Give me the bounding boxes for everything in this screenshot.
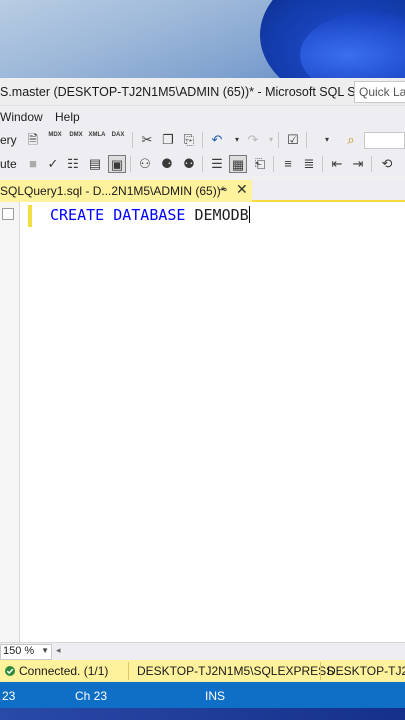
insert-mode: INS bbox=[205, 689, 226, 703]
server-name: DESKTOP-TJ2N1M5\SQLEXPRESS ... bbox=[137, 664, 348, 678]
results-file-icon[interactable]: ⎗ bbox=[251, 155, 269, 173]
query-options-icon[interactable]: ▤ bbox=[86, 155, 104, 173]
results-grid-icon[interactable]: ▦ bbox=[229, 155, 247, 173]
editor-gutter bbox=[0, 202, 20, 642]
document-tab-strip: SQLQuery1.sql - D...2N1M5\ADMIN (65))* ⊸… bbox=[0, 180, 405, 202]
dmx-query-icon[interactable]: DMX bbox=[67, 131, 85, 149]
xmla-label: XMLA bbox=[88, 132, 106, 138]
query-status-bar: Connected. (1/1) DESKTOP-TJ2N1M5\SQLEXPR… bbox=[0, 660, 405, 682]
keyword-create: CREATE bbox=[50, 206, 105, 224]
zoom-select[interactable]: 150 % ▼ bbox=[0, 644, 52, 660]
client-stats-icon[interactable]: ⚉ bbox=[180, 155, 198, 173]
toolbar-separator bbox=[202, 156, 203, 172]
outline-collapse-icon[interactable] bbox=[2, 208, 14, 220]
zoom-value: 150 % bbox=[3, 645, 35, 657]
intellisense-icon[interactable]: ▣ bbox=[108, 155, 126, 173]
display-plan-icon[interactable]: ☷ bbox=[64, 155, 82, 173]
specify-values-icon[interactable]: ⟲ bbox=[378, 155, 396, 173]
database-engine-query-icon[interactable]: 🗎 bbox=[24, 131, 42, 149]
results-text-icon[interactable]: ☰ bbox=[208, 155, 226, 173]
live-stats-icon[interactable]: ⚈ bbox=[158, 155, 176, 173]
menu-bar: Window Help bbox=[0, 106, 405, 128]
standard-toolbar: ery 🗎 MDX DMX XMLA DAX ✂ ❐ ⎘ ↶ ▾ ↷ ▾ ☑ ▾… bbox=[0, 128, 405, 152]
change-tracking-bar bbox=[28, 205, 32, 227]
decrease-indent-icon[interactable]: ⇤ bbox=[328, 155, 346, 173]
keyword-database: DATABASE bbox=[113, 206, 186, 224]
toolbar-separator bbox=[306, 132, 307, 148]
ssms-window: S.master (DESKTOP-TJ2N1M5\ADMIN (65))* -… bbox=[0, 78, 405, 708]
code-line-1[interactable]: CREATE DATABASE DEMODB bbox=[50, 206, 250, 224]
tab-title: SQLQuery1.sql - D...2N1M5\ADMIN (65))* bbox=[0, 184, 226, 198]
title-bar[interactable]: S.master (DESKTOP-TJ2N1M5\ADMIN (65))* -… bbox=[0, 78, 405, 106]
chevron-down-icon: ▼ bbox=[41, 646, 49, 655]
xmla-query-icon[interactable]: XMLA bbox=[88, 131, 106, 149]
menu-help[interactable]: Help bbox=[55, 110, 80, 124]
dmx-label: DMX bbox=[69, 132, 83, 138]
desktop-wallpaper bbox=[0, 0, 405, 78]
toolbar-separator bbox=[202, 132, 203, 148]
redo-icon[interactable]: ↷ bbox=[244, 131, 262, 149]
menu-window[interactable]: Window bbox=[0, 110, 43, 124]
increase-indent-icon[interactable]: ⇥ bbox=[349, 155, 367, 173]
properties-icon[interactable]: ☑ bbox=[284, 131, 302, 149]
toolbar-dropdown-icon[interactable]: ▾ bbox=[318, 131, 336, 149]
toolbar-separator bbox=[278, 132, 279, 148]
dax-label: DAX bbox=[111, 132, 125, 138]
uncomment-icon[interactable]: ≣ bbox=[300, 155, 318, 173]
toolbar-separator bbox=[371, 156, 372, 172]
column-number: Ch 23 bbox=[75, 689, 108, 703]
new-query-button-label[interactable]: ery bbox=[0, 133, 17, 147]
mdx-label: MDX bbox=[48, 132, 62, 138]
toolbar-search-field[interactable] bbox=[364, 132, 405, 149]
toolbar-separator bbox=[130, 156, 131, 172]
toolbar-separator bbox=[273, 156, 274, 172]
tab-sqlquery1[interactable]: SQLQuery1.sql - D...2N1M5\ADMIN (65))* ⊸… bbox=[0, 180, 252, 202]
execute-button-label[interactable]: ute bbox=[0, 157, 17, 171]
undo-icon[interactable]: ↶ bbox=[208, 131, 226, 149]
dax-query-icon[interactable]: DAX bbox=[109, 131, 127, 149]
line-number: 23 bbox=[2, 689, 16, 703]
text-caret bbox=[248, 206, 250, 223]
copy-icon[interactable]: ❐ bbox=[159, 131, 177, 149]
sql-editor-toolbar: ute ■ ✓ ☷ ▤ ▣ ⚇ ⚈ ⚉ ☰ ▦ ⎗ ≡ ≣ ⇤ ⇥ ⟲ bbox=[0, 152, 405, 176]
zoom-bar: 150 % ▼ ◂ bbox=[0, 642, 405, 660]
database-identifier: DEMODB bbox=[194, 206, 249, 224]
status-divider bbox=[320, 662, 321, 680]
mdx-query-icon[interactable]: MDX bbox=[46, 131, 64, 149]
paste-icon[interactable]: ⎘ bbox=[180, 131, 198, 149]
search-icon[interactable]: ⌕ bbox=[342, 131, 360, 149]
connection-status: Connected. (1/1) bbox=[19, 664, 109, 678]
window-title: S.master (DESKTOP-TJ2N1M5\ADMIN (65))* -… bbox=[0, 85, 394, 99]
connected-icon bbox=[5, 666, 15, 676]
cut-icon[interactable]: ✂ bbox=[138, 131, 156, 149]
include-plan-icon[interactable]: ⚇ bbox=[136, 155, 154, 173]
stop-icon[interactable]: ■ bbox=[24, 155, 42, 173]
parse-icon[interactable]: ✓ bbox=[44, 155, 62, 173]
toolbar-separator bbox=[322, 156, 323, 172]
status-divider bbox=[128, 662, 129, 680]
query-editor[interactable]: CREATE DATABASE DEMODB bbox=[0, 202, 405, 642]
toolbar-separator bbox=[132, 132, 133, 148]
app-status-bar: 23 Ch 23 INS bbox=[0, 682, 405, 708]
server-user: DESKTOP-TJ2N1 bbox=[327, 664, 405, 678]
close-icon[interactable]: ✕ bbox=[236, 181, 248, 198]
pin-icon[interactable]: ⊸ bbox=[218, 183, 227, 196]
quick-launch-input[interactable]: Quick La bbox=[354, 81, 405, 103]
comment-icon[interactable]: ≡ bbox=[279, 155, 297, 173]
scroll-left-icon[interactable]: ◂ bbox=[56, 645, 61, 656]
